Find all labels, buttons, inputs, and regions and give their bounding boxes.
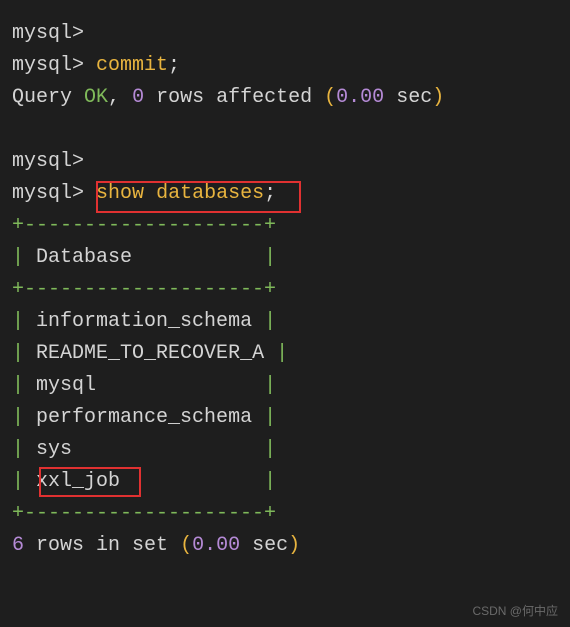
table-border-bot: +--------------------+ <box>12 498 558 530</box>
query-result-line: Query OK, 0 rows affected (0.00 sec) <box>12 82 558 114</box>
table-border-mid: +--------------------+ <box>12 274 558 306</box>
table-row: | information_schema | <box>12 306 558 338</box>
table-row: | mysql | <box>12 370 558 402</box>
mysql-prompt: mysql> <box>12 150 84 173</box>
table-header: | Database | <box>12 242 558 274</box>
mysql-prompt: mysql> <box>12 22 84 45</box>
terminal-line: mysql> show databases; <box>12 178 558 210</box>
footer-line: 6 rows in set (0.00 sec) <box>12 530 558 562</box>
terminal-line: mysql> commit; <box>12 50 558 82</box>
show-keyword: show <box>96 182 144 205</box>
ok-status: OK <box>84 86 108 109</box>
commit-cmd: commit <box>96 54 168 77</box>
terminal-line: mysql> <box>12 18 558 50</box>
table-row: | sys | <box>12 434 558 466</box>
table-border-top: +--------------------+ <box>12 210 558 242</box>
mysql-prompt: mysql> <box>12 182 84 205</box>
watermark: CSDN @何中应 <box>472 602 558 621</box>
databases-keyword: databases <box>156 182 264 205</box>
mysql-prompt: mysql> <box>12 54 84 77</box>
table-row: | README_TO_RECOVER_A | <box>12 338 558 370</box>
table-row: | xxl_job | <box>12 466 558 498</box>
terminal-line: mysql> <box>12 146 558 178</box>
blank-line <box>12 114 558 146</box>
table-row: | performance_schema | <box>12 402 558 434</box>
